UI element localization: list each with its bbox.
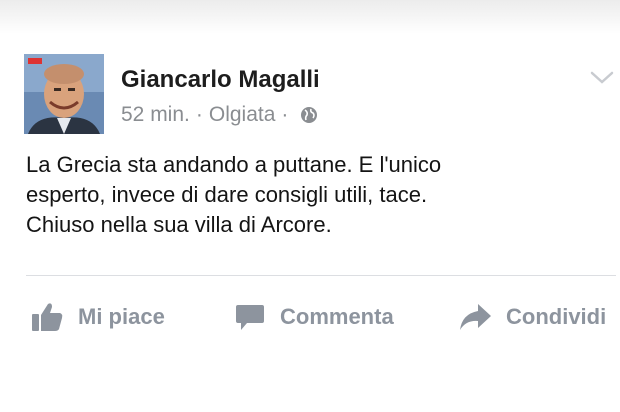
avatar-photo xyxy=(24,54,104,134)
meta-separator: · xyxy=(281,103,289,126)
facebook-post: Giancarlo Magalli 52 min. · Olgiata · La… xyxy=(0,34,620,364)
message-line: esperto, invece di dare consigli utili, … xyxy=(26,182,428,207)
author-avatar[interactable] xyxy=(24,54,104,134)
comment-label: Commenta xyxy=(280,304,394,329)
chevron-down-icon[interactable] xyxy=(590,70,614,86)
globe-icon[interactable] xyxy=(300,106,318,124)
share-button[interactable]: Condividi xyxy=(458,292,606,342)
share-arrow-icon xyxy=(460,304,491,330)
like-button[interactable]: Mi piace xyxy=(30,292,165,342)
message-line: La Grecia sta andando a puttane. E l'uni… xyxy=(26,152,442,177)
top-strip xyxy=(0,0,620,34)
post-location[interactable]: Olgiata xyxy=(209,103,276,127)
share-label: Condividi xyxy=(506,304,607,329)
post-meta: 52 min. · Olgiata · xyxy=(121,103,318,127)
author-name[interactable]: Giancarlo Magalli xyxy=(121,66,320,94)
post-time[interactable]: 52 min. xyxy=(121,103,190,127)
comment-icon xyxy=(236,305,264,330)
thumbs-up-icon xyxy=(32,303,63,331)
post-actions: Mi piace Commenta Condividi xyxy=(0,292,620,342)
message-line: Chiuso nella sua villa di Arcore. xyxy=(26,212,332,237)
post-message: La Grecia sta andando a puttane. E l'uni… xyxy=(26,150,606,240)
divider xyxy=(26,275,616,276)
comment-button[interactable]: Commenta xyxy=(234,292,394,342)
like-label: Mi piace xyxy=(78,304,165,329)
meta-separator: · xyxy=(195,103,203,126)
screenshot-frame: Giancarlo Magalli 52 min. · Olgiata · La… xyxy=(0,0,620,412)
